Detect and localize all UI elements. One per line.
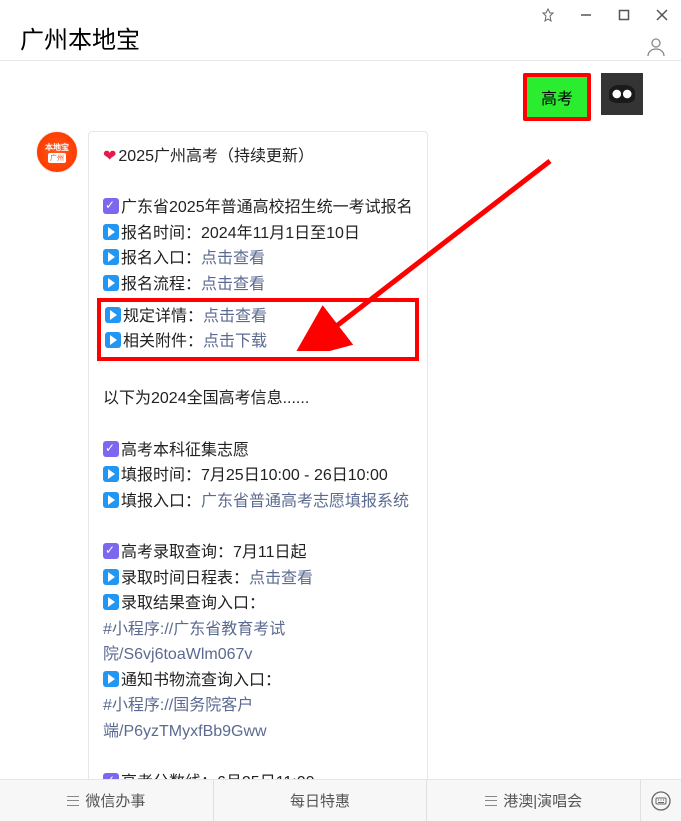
chat-area: 高考 本地宝 广州 ❤2025广州高考（持续更新） 广东省2025年普通高校招生… bbox=[0, 60, 681, 780]
play-icon bbox=[103, 671, 119, 687]
tab-daily-deal[interactable]: 每日特惠 bbox=[214, 780, 428, 821]
play-icon bbox=[103, 249, 119, 265]
pin-icon[interactable] bbox=[539, 6, 557, 24]
keyboard-icon[interactable] bbox=[641, 780, 681, 821]
bottom-bar: 微信办事 每日特惠 港澳|演唱会 bbox=[0, 780, 681, 821]
link-miniapp-edu[interactable]: #小程序://广东省教育考试院/S6vj6toaWlm067v bbox=[103, 617, 413, 668]
link-rules-detail[interactable]: 点击查看 bbox=[203, 308, 267, 325]
window-title: 广州本地宝 bbox=[20, 20, 140, 55]
bot-avatar[interactable]: 本地宝 广州 bbox=[36, 131, 78, 173]
user-avatar[interactable] bbox=[601, 73, 643, 115]
play-icon bbox=[103, 275, 119, 291]
link-signup-entry[interactable]: 点击查看 bbox=[201, 250, 265, 267]
window-controls bbox=[539, 6, 671, 24]
play-icon bbox=[103, 466, 119, 482]
tab-wechat-service[interactable]: 微信办事 bbox=[0, 780, 214, 821]
link-schedule[interactable]: 点击查看 bbox=[249, 570, 313, 587]
heart-icon: ❤ bbox=[103, 148, 116, 165]
play-icon bbox=[103, 569, 119, 585]
check-icon bbox=[103, 198, 119, 214]
check-icon bbox=[103, 773, 119, 780]
tab-hk-concert[interactable]: 港澳|演唱会 bbox=[427, 780, 641, 821]
play-icon bbox=[105, 307, 121, 323]
minimize-icon[interactable] bbox=[577, 6, 595, 24]
user-icon[interactable] bbox=[645, 36, 667, 58]
link-signup-flow[interactable]: 点击查看 bbox=[201, 276, 265, 293]
play-icon bbox=[105, 332, 121, 348]
highlighted-box: 规定详情：点击查看 相关附件：点击下载 bbox=[97, 298, 419, 361]
link-miniapp-gov[interactable]: #小程序://国务院客户端/P6yzTMyxfBb9Gww bbox=[103, 693, 413, 744]
check-icon bbox=[103, 543, 119, 559]
user-message-bubble: 高考 bbox=[523, 73, 591, 121]
check-icon bbox=[103, 441, 119, 457]
link-volunteer-system[interactable]: 广东省普通高考志愿填报系统 bbox=[201, 493, 409, 510]
play-icon bbox=[103, 492, 119, 508]
hamburger-icon bbox=[485, 796, 497, 806]
bot-message-bubble: ❤2025广州高考（持续更新） 广东省2025年普通高校招生统一考试报名 报名时… bbox=[88, 131, 428, 780]
play-icon bbox=[103, 594, 119, 610]
link-attachment-download[interactable]: 点击下载 bbox=[203, 333, 267, 350]
hamburger-icon bbox=[67, 796, 79, 806]
close-icon[interactable] bbox=[653, 6, 671, 24]
maximize-icon[interactable] bbox=[615, 6, 633, 24]
play-icon bbox=[103, 224, 119, 240]
